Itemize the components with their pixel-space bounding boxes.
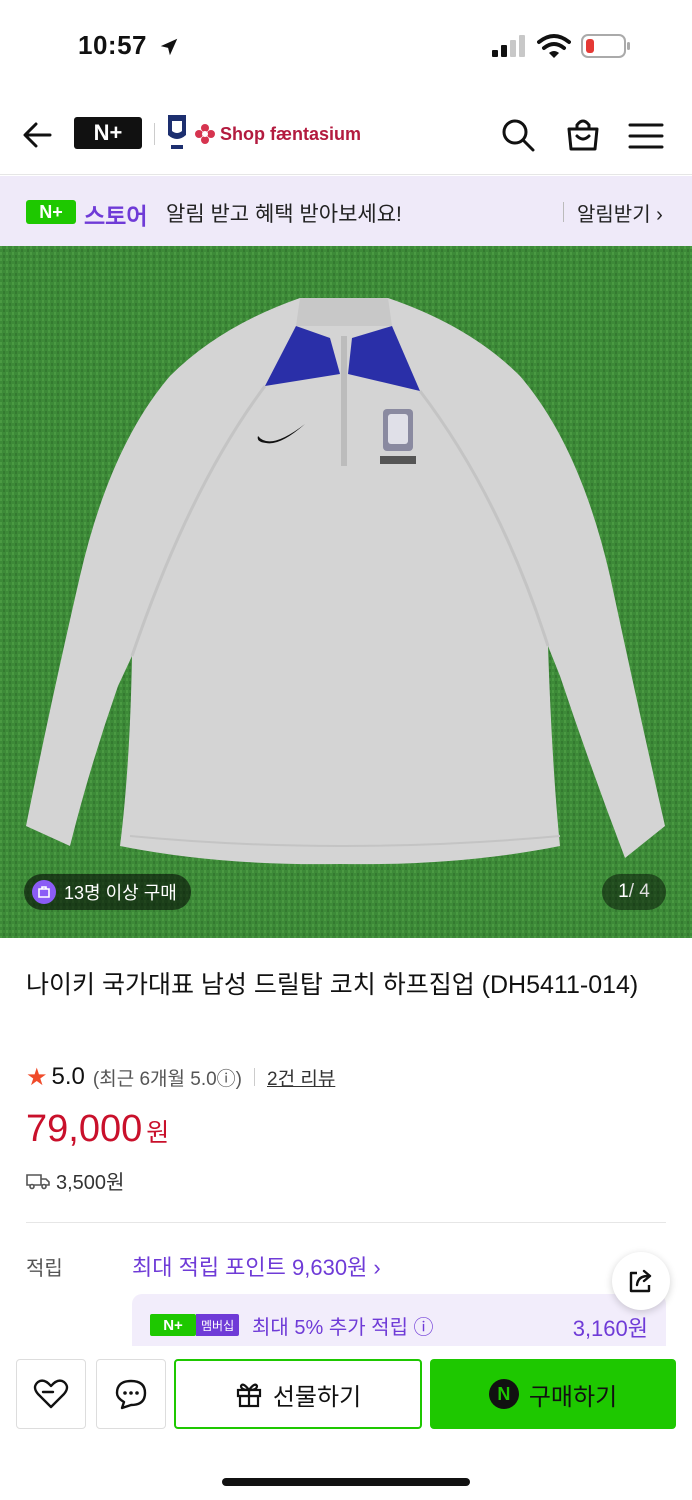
nplus-logo[interactable]: N+ bbox=[74, 117, 142, 149]
price-unit: 원 bbox=[146, 1119, 170, 1147]
store-badge-text: N+ bbox=[39, 201, 63, 222]
purchase-count-text: 13명 이상 구매 bbox=[64, 883, 177, 903]
price-row: 79,000 원 bbox=[26, 1108, 169, 1151]
wifi-icon bbox=[537, 34, 571, 58]
purchase-count-chip: 13명 이상 구매 bbox=[24, 874, 191, 910]
home-indicator[interactable] bbox=[222, 1478, 470, 1486]
recent-rating-info[interactable]: (최근 6개월 5.0ⓘ) bbox=[93, 1064, 242, 1091]
page-total: / 4 bbox=[628, 881, 650, 902]
product-title: 나이키 국가대표 남성 드릴탑 코치 하프집업 (DH5411-014) bbox=[26, 971, 639, 999]
nplus-mini-badge: N+ bbox=[150, 1314, 196, 1336]
nplus-membership-badge: N+ 멤버십 bbox=[150, 1314, 240, 1336]
price-value: 79,000 bbox=[26, 1108, 143, 1150]
cellular-signal-icon bbox=[492, 35, 525, 57]
hamburger-menu-icon[interactable] bbox=[628, 121, 664, 151]
location-arrow-icon bbox=[160, 38, 178, 56]
nplus-store-badge: N+ bbox=[26, 200, 76, 224]
page-current: 1 bbox=[618, 881, 629, 902]
section-divider bbox=[26, 1222, 666, 1223]
kfa-emblem-icon[interactable] bbox=[166, 113, 188, 153]
back-arrow-icon[interactable] bbox=[20, 115, 56, 155]
rating-value: 5.0 bbox=[51, 1063, 85, 1090]
gift-box-icon bbox=[236, 1383, 261, 1408]
top-navigation-bar: N+ Shop fæntasium bbox=[0, 95, 692, 175]
membership-extra-points-text: 최대 5% 추가 적립 ⓘ bbox=[252, 1317, 434, 1339]
shop-name: Shop fæntasium bbox=[220, 123, 362, 144]
max-points-link[interactable]: 최대 적립 포인트 9,630원 › bbox=[132, 1250, 381, 1282]
rating-row: ★ 5.0 (최근 6개월 5.0ⓘ) 2건 리뷰 bbox=[26, 1062, 335, 1092]
store-label: 스토어 bbox=[84, 203, 148, 229]
delivery-truck-icon bbox=[26, 1173, 50, 1189]
shipping-fee: 3,500원 bbox=[56, 1172, 125, 1194]
nplus-logo-text: N+ bbox=[93, 120, 123, 145]
image-page-indicator: 1/ 4 bbox=[602, 874, 666, 910]
status-time: 10:57 bbox=[78, 30, 147, 60]
shopping-bag-icon[interactable] bbox=[564, 115, 602, 153]
membership-points-amount: 3,160원 bbox=[572, 1316, 648, 1341]
naver-pay-n-icon: N bbox=[488, 1379, 519, 1409]
buy-button[interactable]: N 구매하기 bbox=[430, 1359, 676, 1429]
flower-emblem-icon bbox=[195, 124, 215, 144]
gift-button-label: 선물하기 bbox=[272, 1383, 362, 1411]
shipping-fee-row: 3,500원 bbox=[26, 1166, 124, 1195]
store-banner-message: 알림 받고 혜택 받아보세요! bbox=[166, 203, 402, 226]
store-notification-banner[interactable]: N+ 스토어 알림 받고 혜택 받아보세요! 알림받기 › bbox=[0, 176, 692, 246]
product-photo bbox=[0, 246, 692, 938]
get-notifications-button[interactable]: 알림받기 › bbox=[577, 198, 663, 227]
shop-fantasium-logo[interactable]: Shop fæntasium bbox=[194, 120, 361, 148]
gift-button[interactable]: 선물하기 bbox=[174, 1359, 422, 1429]
product-image-carousel[interactable]: 13명 이상 구매 1/ 4 bbox=[0, 246, 692, 938]
star-icon: ★ bbox=[26, 1063, 48, 1091]
points-label: 적립 bbox=[26, 1258, 63, 1280]
talk-chat-button[interactable] bbox=[96, 1359, 166, 1429]
membership-tag: 멤버십 bbox=[196, 1314, 240, 1336]
battery-low-icon bbox=[581, 34, 630, 58]
nplus-mini-text: N+ bbox=[163, 1316, 183, 1334]
wishlist-button[interactable] bbox=[16, 1359, 86, 1429]
share-icon bbox=[629, 1269, 652, 1293]
bottom-action-bar: 선물하기 N 구매하기 bbox=[0, 1346, 692, 1500]
share-button[interactable] bbox=[612, 1252, 670, 1310]
review-count-link[interactable]: 2건 리뷰 bbox=[267, 1064, 335, 1091]
status-bar: 10:57 bbox=[0, 0, 692, 95]
shopping-bag-badge-icon bbox=[32, 880, 56, 904]
rating-divider bbox=[254, 1068, 256, 1086]
heart-icon bbox=[33, 1379, 69, 1409]
chat-bubble-icon bbox=[115, 1379, 147, 1410]
search-icon[interactable] bbox=[500, 117, 536, 153]
store-banner-divider bbox=[563, 202, 564, 222]
buy-button-label: 구매하기 bbox=[528, 1383, 618, 1411]
header-divider bbox=[154, 123, 155, 145]
